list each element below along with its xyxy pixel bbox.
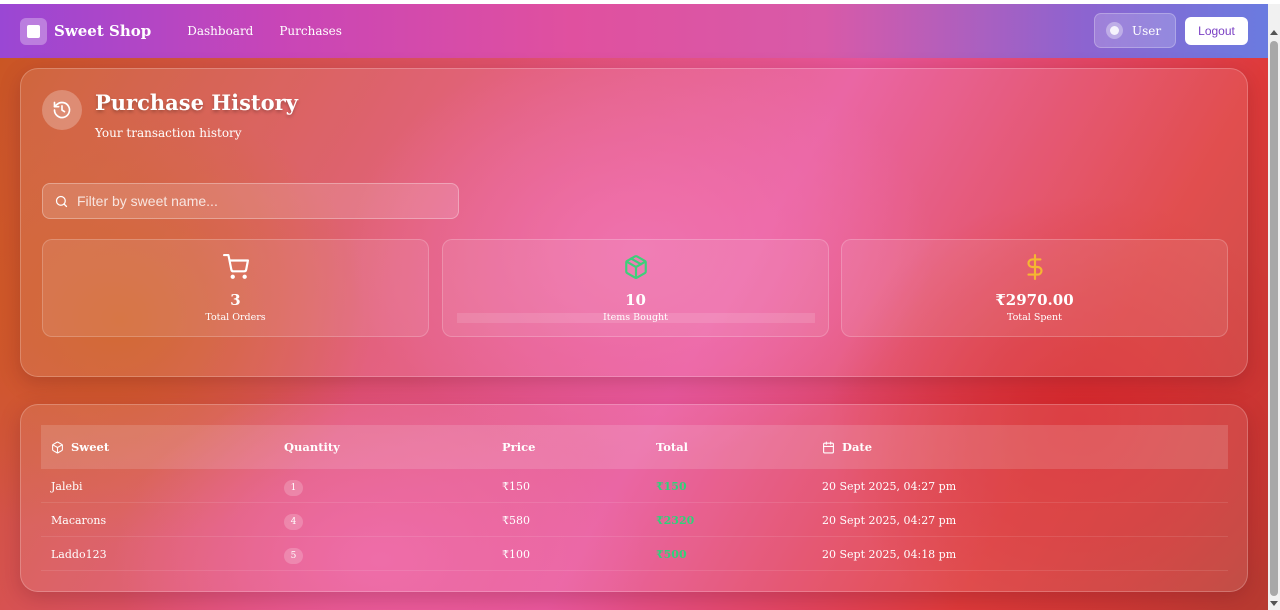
page-subtitle: Your transaction history xyxy=(95,126,242,140)
package-icon xyxy=(443,254,828,282)
nav-link-dashboard[interactable]: Dashboard xyxy=(187,24,253,38)
purchase-summary-panel: Purchase History Your transaction histor… xyxy=(20,68,1248,377)
logout-button[interactable]: Logout xyxy=(1185,17,1248,45)
header-date[interactable]: Date xyxy=(822,425,872,469)
stat-label: Total Orders xyxy=(205,312,266,323)
page-title: Purchase History xyxy=(95,90,298,115)
cell-price: ₹150 xyxy=(502,479,530,493)
package-icon xyxy=(52,441,63,453)
quantity-badge: 5 xyxy=(284,547,303,564)
history-icon xyxy=(42,90,82,130)
table-row[interactable]: Macarons 4 ₹580 ₹2320 20 Sept 2025, 04:2… xyxy=(41,503,1228,537)
stat-card-items-bought: 10 Items Bought xyxy=(442,239,829,337)
dollar-icon xyxy=(842,254,1227,282)
cell-quantity: 4 xyxy=(284,503,303,537)
header-date-label: Date xyxy=(842,440,873,454)
page-scrollbar[interactable] xyxy=(1268,4,1280,610)
cell-sweet: Macarons xyxy=(51,513,107,527)
scroll-down-arrow-icon[interactable] xyxy=(1270,601,1278,606)
header-price[interactable]: Price xyxy=(502,425,535,469)
cell-date: 20 Sept 2025, 04:18 pm xyxy=(822,547,957,561)
scroll-thumb[interactable] xyxy=(1270,41,1278,596)
purchase-table-panel: Sweet Quantity Price Total Date Jalebi 1… xyxy=(20,404,1248,592)
cell-sweet: Jalebi xyxy=(51,479,83,493)
nav-link-purchases[interactable]: Purchases xyxy=(279,24,342,38)
brand-logo-icon[interactable] xyxy=(20,17,47,45)
cell-quantity: 1 xyxy=(284,469,303,503)
user-avatar-icon xyxy=(1106,22,1123,39)
brand-name[interactable]: Sweet Shop xyxy=(54,22,151,40)
user-label: User xyxy=(1132,23,1162,38)
search-icon xyxy=(55,195,68,207)
quantity-badge: 1 xyxy=(284,479,303,496)
user-chip[interactable]: User xyxy=(1094,13,1176,48)
navbar: Sweet Shop Dashboard Purchases User Logo… xyxy=(0,4,1268,58)
stat-label: Total Spent xyxy=(1006,312,1062,323)
header-sweet[interactable]: Sweet xyxy=(51,425,109,469)
stat-card-total-spent: ₹2970.00 Total Spent xyxy=(841,239,1228,337)
cell-price: ₹580 xyxy=(502,513,530,527)
cell-date: 20 Sept 2025, 04:27 pm xyxy=(822,513,957,527)
table-row[interactable]: Jalebi 1 ₹150 ₹150 20 Sept 2025, 04:27 p… xyxy=(41,469,1228,503)
scroll-up-arrow-icon[interactable] xyxy=(1270,30,1278,35)
header-quantity[interactable]: Quantity xyxy=(284,425,340,469)
stat-value: 10 xyxy=(625,291,646,309)
cell-total: ₹150 xyxy=(656,479,687,493)
calendar-icon xyxy=(823,441,834,453)
cell-total: ₹500 xyxy=(656,547,687,561)
cart-icon xyxy=(43,254,428,282)
table-row[interactable]: Laddo123 5 ₹100 ₹500 20 Sept 2025, 04:18… xyxy=(41,537,1228,571)
cell-total: ₹2320 xyxy=(656,513,695,527)
table-header: Sweet Quantity Price Total Date xyxy=(41,425,1228,469)
header-sweet-label: Sweet xyxy=(71,440,110,454)
stat-label: Items Bought xyxy=(603,312,668,323)
header-total[interactable]: Total xyxy=(656,425,688,469)
stat-value: ₹2970.00 xyxy=(995,291,1074,309)
cell-sweet: Laddo123 xyxy=(51,547,107,561)
cell-date: 20 Sept 2025, 04:27 pm xyxy=(822,479,957,493)
stat-card-total-orders: 3 Total Orders xyxy=(42,239,429,337)
stat-value: 3 xyxy=(230,291,241,309)
search-input[interactable] xyxy=(77,193,437,209)
cell-quantity: 5 xyxy=(284,537,303,571)
quantity-badge: 4 xyxy=(284,513,303,530)
cell-price: ₹100 xyxy=(502,547,530,561)
search-box[interactable] xyxy=(42,183,459,219)
